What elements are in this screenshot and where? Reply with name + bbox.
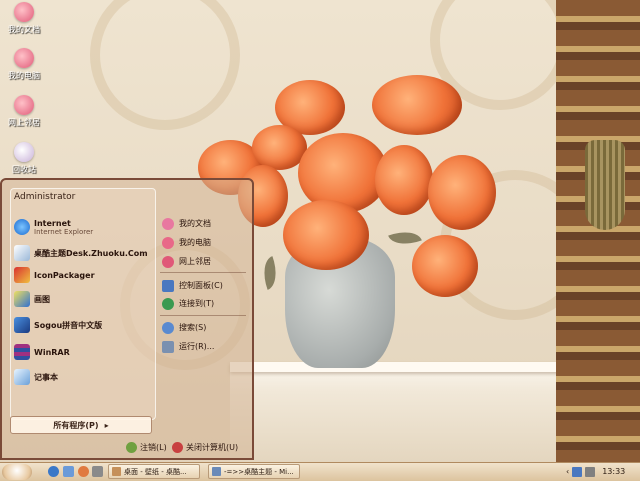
program-paint[interactable]: 画图 bbox=[14, 290, 50, 308]
notepad-icon bbox=[14, 369, 30, 385]
winrar-icon bbox=[14, 344, 30, 360]
window-icon bbox=[212, 467, 221, 476]
taskbar-button-label: -=>>桌酷主题 - Mi... bbox=[224, 467, 294, 476]
desktop-icon-label: 网上邻居 bbox=[8, 118, 40, 127]
program-iconpackager[interactable]: IconPackager bbox=[14, 266, 95, 284]
start-item-control-panel[interactable]: 控制面板(C) bbox=[162, 278, 223, 293]
recycle-bin-icon bbox=[14, 142, 34, 162]
start-item-label: 控制面板(C) bbox=[179, 281, 223, 290]
control-panel-icon bbox=[162, 279, 174, 292]
curtain-tassel bbox=[585, 140, 625, 230]
desktop-icon-recycle-bin[interactable]: 回收站 bbox=[0, 142, 48, 175]
start-item-my-computer[interactable]: 我的电脑 bbox=[162, 235, 211, 250]
start-menu-separator bbox=[160, 315, 246, 316]
taskbar-button-label: 桌面 - 壁纸 - 桌酷... bbox=[124, 467, 187, 476]
desktop-icon-label: 我的电脑 bbox=[8, 71, 40, 80]
program-title: 画图 bbox=[34, 294, 50, 304]
arrow-right-icon: ▸ bbox=[104, 420, 109, 430]
my-computer-icon bbox=[14, 48, 34, 68]
program-title: 桌酷主题Desk.Zhuoku.Com bbox=[34, 248, 148, 258]
logoff-icon bbox=[126, 441, 137, 453]
rose bbox=[372, 75, 462, 135]
power-icon bbox=[172, 441, 183, 453]
leaf bbox=[388, 225, 422, 251]
logoff-button[interactable]: 注销(L) bbox=[126, 440, 167, 454]
taskbar-button-window-2[interactable]: -=>>桌酷主题 - Mi... bbox=[208, 464, 300, 479]
all-programs-button[interactable]: 所有程序(P) ▸ bbox=[10, 416, 152, 434]
program-title: WinRAR bbox=[34, 347, 70, 357]
wallpaper-pattern bbox=[90, 0, 240, 130]
run-icon bbox=[162, 340, 174, 353]
program-title: IconPackager bbox=[34, 270, 95, 280]
program-title: Internet bbox=[34, 218, 71, 228]
shelf bbox=[230, 362, 590, 462]
quicklaunch-desktop-icon[interactable] bbox=[63, 466, 74, 477]
network-icon bbox=[162, 255, 174, 268]
program-subtitle: Internet Explorer bbox=[34, 227, 94, 236]
rose bbox=[375, 145, 433, 215]
shutdown-button[interactable]: 关闭计算机(U) bbox=[172, 440, 238, 454]
all-programs-label: 所有程序(P) bbox=[53, 420, 99, 430]
start-item-network[interactable]: 网上邻居 bbox=[162, 254, 211, 269]
program-notepad[interactable]: 记事本 bbox=[14, 368, 58, 386]
rose bbox=[283, 200, 369, 270]
start-item-label: 连接到(T) bbox=[179, 299, 215, 308]
program-internet[interactable]: Internet Internet Explorer bbox=[14, 218, 93, 236]
desktop-icon-my-computer[interactable]: 我的电脑 bbox=[0, 48, 48, 81]
start-menu-username: Administrator bbox=[14, 192, 76, 202]
my-documents-icon bbox=[14, 2, 34, 22]
program-title: 记事本 bbox=[34, 372, 58, 382]
start-item-run[interactable]: 运行(R)... bbox=[162, 339, 214, 354]
system-tray: ‹ 13:33 bbox=[566, 464, 638, 479]
start-menu-separator bbox=[160, 272, 246, 273]
start-button[interactable] bbox=[2, 464, 32, 480]
sogou-icon bbox=[14, 317, 30, 333]
network-tray-icon[interactable] bbox=[572, 466, 583, 477]
zhuoku-icon bbox=[14, 245, 30, 261]
start-item-label: 我的文档 bbox=[179, 219, 211, 228]
leaf bbox=[257, 256, 283, 290]
desktop-icon-label: 回收站 bbox=[12, 165, 36, 174]
quicklaunch-media-icon[interactable] bbox=[78, 466, 89, 477]
window-icon bbox=[112, 467, 121, 476]
chevron-left-icon[interactable]: ‹ bbox=[566, 467, 569, 476]
program-sogou[interactable]: Sogou拼音中文版 bbox=[14, 316, 102, 334]
volume-icon[interactable] bbox=[585, 466, 596, 477]
desktop-icon-network[interactable]: 网上邻居 bbox=[0, 95, 48, 128]
taskbar-button-window-1[interactable]: 桌面 - 壁纸 - 桌酷... bbox=[108, 464, 200, 479]
iconpackager-icon bbox=[14, 267, 30, 283]
taskbar: 桌面 - 壁纸 - 桌酷... -=>>桌酷主题 - Mi... ‹ 13:33 bbox=[0, 462, 640, 481]
shelf-edge bbox=[230, 362, 590, 372]
start-item-search[interactable]: 搜索(S) bbox=[162, 320, 206, 335]
desktop-icon-label: 我的文档 bbox=[8, 25, 40, 34]
quicklaunch-folder-icon[interactable] bbox=[92, 466, 103, 477]
connect-icon bbox=[162, 297, 174, 310]
curtain bbox=[556, 0, 640, 462]
my-computer-icon bbox=[162, 236, 174, 249]
network-icon bbox=[14, 95, 34, 115]
clock[interactable]: 13:33 bbox=[602, 467, 625, 476]
start-item-connect[interactable]: 连接到(T) bbox=[162, 296, 214, 311]
shutdown-label: 关闭计算机(U) bbox=[186, 442, 239, 452]
rose bbox=[428, 155, 496, 230]
start-item-label: 运行(R)... bbox=[179, 342, 215, 351]
search-icon bbox=[162, 321, 174, 334]
internet-explorer-icon bbox=[14, 219, 30, 235]
program-title: Sogou拼音中文版 bbox=[34, 320, 103, 330]
quicklaunch-ie-icon[interactable] bbox=[48, 466, 59, 477]
rose bbox=[412, 235, 478, 297]
logoff-label: 注销(L) bbox=[140, 442, 167, 452]
paint-icon bbox=[14, 291, 30, 307]
program-zhuoku[interactable]: 桌酷主题Desk.Zhuoku.Com bbox=[14, 244, 148, 262]
my-documents-icon bbox=[162, 217, 174, 230]
program-winrar[interactable]: WinRAR bbox=[14, 343, 70, 361]
start-item-label: 搜索(S) bbox=[179, 323, 207, 332]
start-item-label: 我的电脑 bbox=[179, 238, 211, 247]
desktop-icon-my-documents[interactable]: 我的文档 bbox=[0, 2, 48, 35]
start-item-label: 网上邻居 bbox=[179, 257, 211, 266]
start-item-my-documents[interactable]: 我的文档 bbox=[162, 216, 211, 231]
